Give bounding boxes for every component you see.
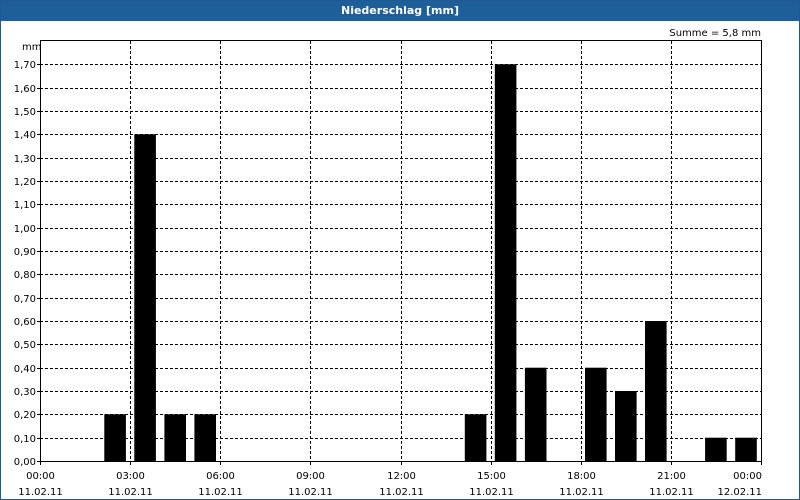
x-tick-date: 12.02.11 (717, 487, 762, 498)
y-tick-label: 0,30 (14, 387, 36, 398)
bar (494, 64, 517, 462)
bar (134, 134, 156, 462)
y-tick-label: 0,90 (14, 247, 36, 258)
y-tick-label: 0,10 (14, 434, 36, 445)
bar (705, 437, 727, 461)
bar (615, 391, 637, 461)
x-tick-date: 11.02.11 (379, 487, 424, 498)
sum-label: Summe = 5,8 mm (669, 28, 761, 39)
bar (104, 414, 126, 461)
y-tick-label: 1,60 (14, 84, 36, 95)
bar (524, 367, 547, 461)
bars (104, 64, 757, 462)
x-tick-time: 12:00 (387, 471, 416, 482)
x-tick-time: 03:00 (116, 471, 145, 482)
bar (585, 367, 607, 461)
y-tick-label: 1,50 (14, 107, 36, 118)
x-tick-time: 18:00 (567, 471, 596, 482)
x-tick-date: 11.02.11 (649, 487, 694, 498)
y-tick-label: 0,70 (14, 294, 36, 305)
y-tick-label: 0,00 (14, 457, 36, 468)
y-tick-label: 1,00 (14, 224, 36, 235)
y-tick-label: 0,50 (14, 340, 36, 351)
x-tick-date: 11.02.11 (559, 487, 604, 498)
y-tick-label: 1,30 (14, 154, 36, 165)
y-tick-label: 1,20 (14, 177, 36, 188)
y-tick-label: 0,80 (14, 270, 36, 281)
x-tick-time: 09:00 (296, 471, 325, 482)
x-tick-date: 11.02.11 (108, 487, 153, 498)
x-tick-time: 00:00 (733, 471, 762, 482)
y-tick-label: 0,20 (14, 410, 36, 421)
x-tick-date: 11.02.11 (198, 487, 243, 498)
bar (645, 321, 667, 461)
x-tick-time: 21:00 (657, 471, 686, 482)
x-tick-time: 00:00 (26, 471, 55, 482)
y-tick-label: 1,10 (14, 200, 36, 211)
bar (194, 414, 216, 461)
y-tick-label: 0,40 (14, 364, 36, 375)
x-tick-date: 11.02.11 (18, 487, 63, 498)
bar (464, 414, 487, 461)
y-tick-label: 1,40 (14, 130, 36, 141)
bar (735, 437, 757, 461)
y-axis-unit: mm (22, 42, 41, 53)
x-tick-date: 11.02.11 (469, 487, 514, 498)
y-tick-label: 0,60 (14, 317, 36, 328)
x-tick-time: 06:00 (206, 471, 235, 482)
bar (164, 414, 186, 461)
y-axis-ticks: 0,00 0,10 0,20 0,30 0,40 0,50 0,60 0,70 0,80 0,90… (14, 60, 40, 468)
x-axis-ticks: 00:00 11.02.11 03:00 11.02.11 06:00 11.02.11 0… (18, 461, 762, 498)
x-tick-date: 11.02.11 (288, 487, 333, 498)
precipitation-chart: mm Summe = 5,8 mm 0,000,100,200,300,400,… (14, 28, 762, 498)
x-tick-time: 15:00 (477, 471, 506, 482)
y-tick-label: 1,70 (14, 60, 36, 71)
